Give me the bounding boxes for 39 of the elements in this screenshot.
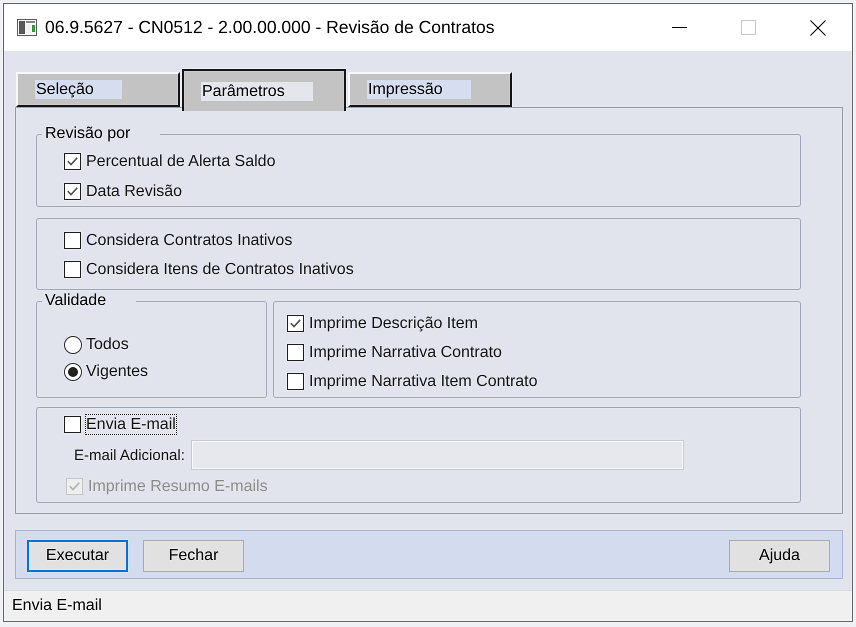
radio-button[interactable] — [64, 362, 82, 380]
group-title: Validade — [44, 292, 108, 310]
tab[interactable]: Impressão — [348, 72, 512, 107]
checkbox-label[interactable]: Percentual de Alerta Saldo — [86, 152, 276, 170]
dialog-button[interactable]: Executar — [27, 540, 128, 572]
app-icon — [17, 19, 37, 36]
field-label: E-mail Adicional: — [74, 446, 185, 464]
checkbox-label[interactable]: Envia E-mail — [86, 414, 176, 434]
checkbox-label[interactable]: Imprime Descrição Item — [309, 314, 478, 333]
checkbox[interactable] — [64, 152, 81, 170]
checkbox-label[interactable]: Considera Contratos Inativos — [86, 231, 292, 250]
checkbox-label[interactable]: Imprime Narrativa Item Contrato — [309, 372, 538, 391]
radio-button[interactable] — [64, 336, 82, 354]
radio-label[interactable]: Vigentes — [86, 362, 148, 381]
checkbox-label[interactable]: Imprime Narrativa Contrato — [309, 343, 502, 362]
radio-label[interactable]: Todos — [86, 335, 129, 354]
dialog-button[interactable]: Fechar — [143, 540, 244, 572]
window-title: 06.9.5627 - CN0512 - 2.00.00.000 - Revisão de Contratos — [45, 17, 494, 38]
checkbox-label[interactable]: Data Revisão — [86, 182, 182, 200]
dialog-button[interactable]: Ajuda — [729, 540, 830, 572]
minimize-icon — [672, 27, 687, 28]
checkbox[interactable] — [64, 261, 81, 278]
checkbox[interactable] — [287, 344, 304, 361]
checkmark-icon — [67, 186, 78, 196]
checkbox[interactable] — [287, 373, 304, 390]
checkmark-icon — [69, 482, 80, 490]
status-text: Envia E-mail — [12, 597, 102, 615]
tab[interactable]: Seleção — [16, 72, 180, 107]
tab[interactable]: Parâmetros — [182, 69, 346, 111]
checkmark-icon — [290, 319, 301, 328]
close-icon — [810, 20, 826, 36]
checkbox[interactable] — [287, 315, 304, 332]
checkbox-label[interactable]: Considera Itens de Contratos Inativos — [86, 260, 354, 279]
checkmark-icon — [67, 156, 78, 166]
group-title: Revisão por — [44, 125, 132, 143]
checkbox[interactable] — [64, 232, 81, 249]
checkbox[interactable] — [64, 182, 81, 200]
checkbox[interactable] — [64, 416, 81, 432]
maximize-icon — [741, 20, 756, 35]
